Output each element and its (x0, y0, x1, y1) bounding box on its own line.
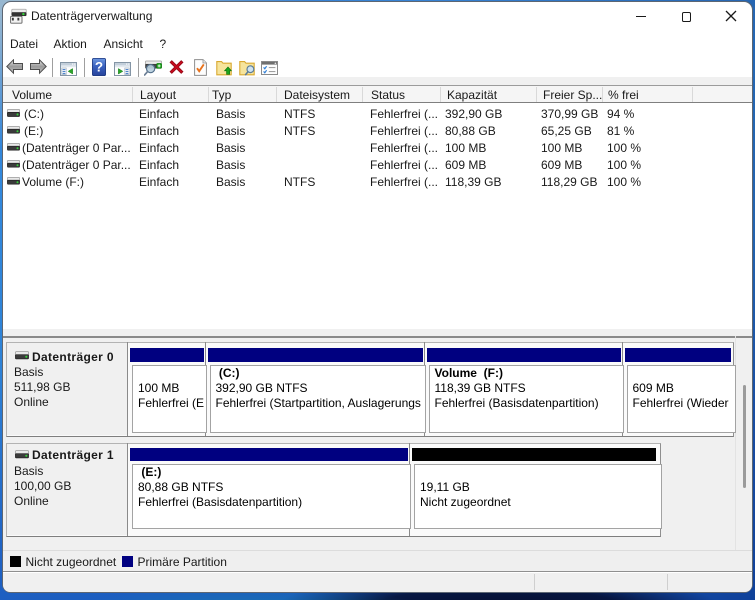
svg-text:?: ? (95, 60, 103, 75)
